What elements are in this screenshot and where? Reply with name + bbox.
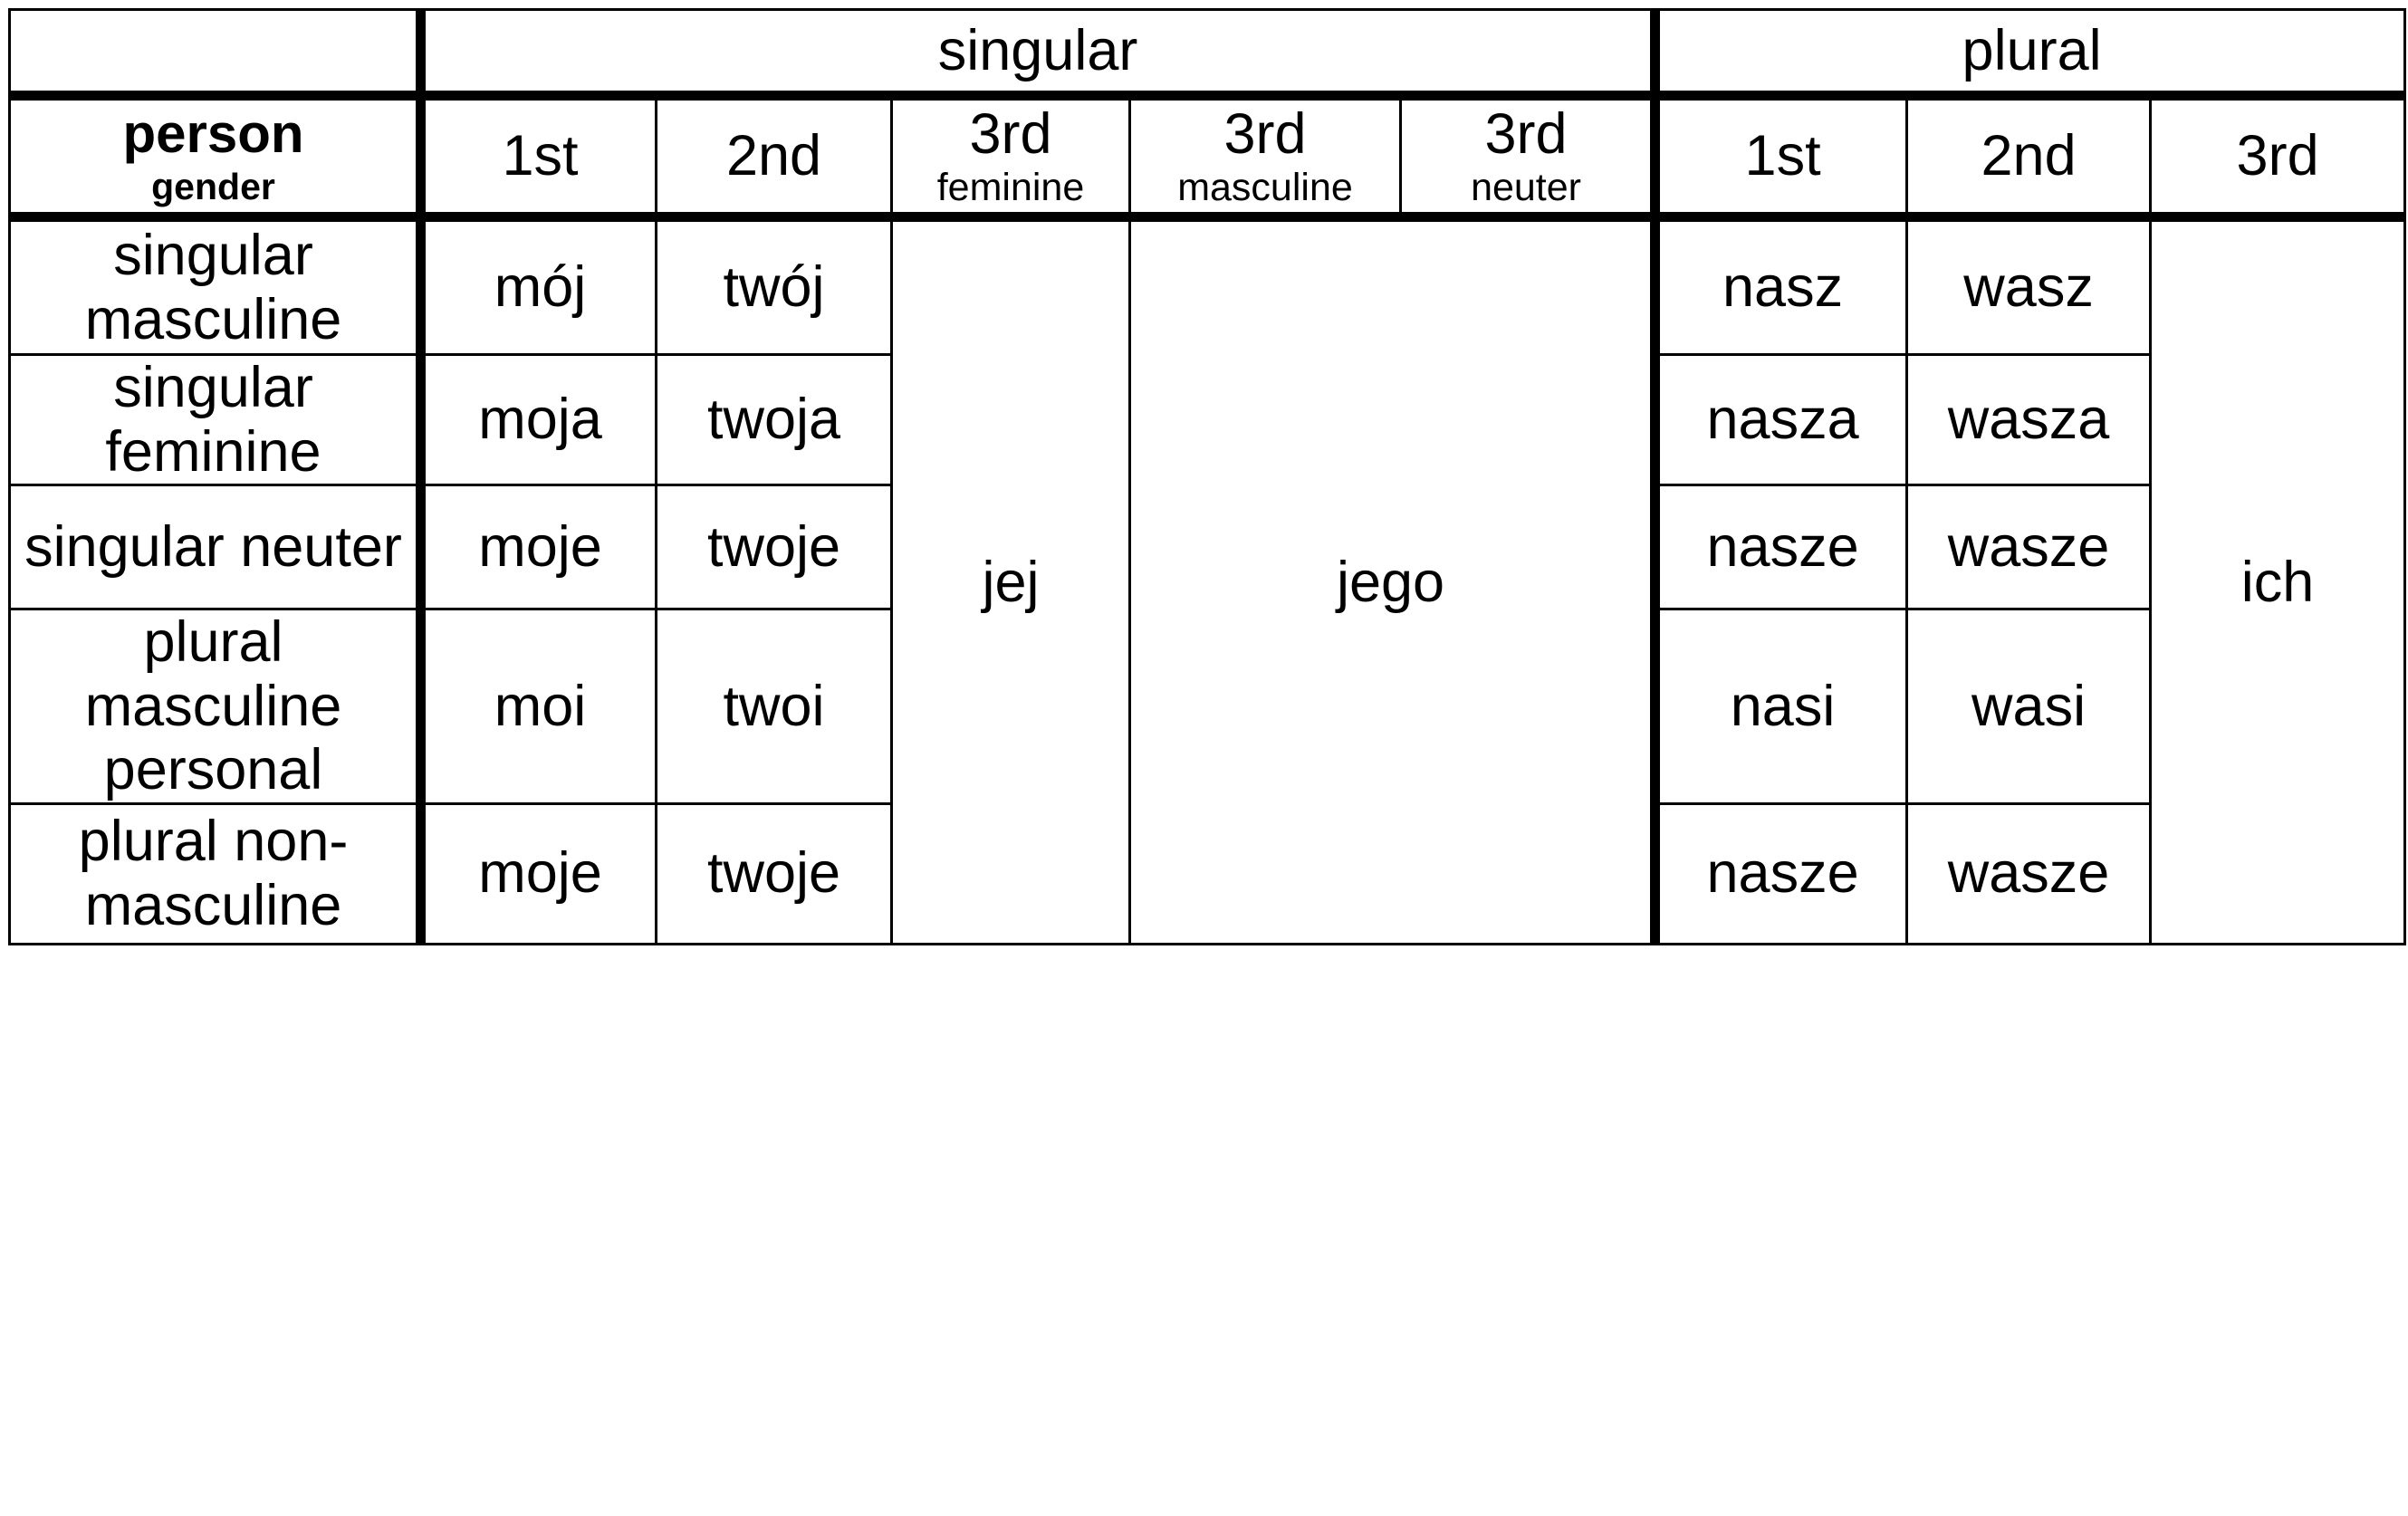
- cell-pl1st-plural-non-masculine: nasze: [1654, 801, 1909, 945]
- cell-pl3rd-ich: ich: [2149, 216, 2407, 945]
- row-label-plural-non-masculine: plural non-masculine: [8, 801, 426, 945]
- column-header-pl-3rd: 3rd: [2149, 94, 2407, 222]
- table-row-number-groups: singular plural: [8, 8, 2407, 101]
- cell-pl2nd-singular-neuter: wasze: [1905, 484, 2153, 611]
- column-header-sg-3rd-feminine-sub: feminine: [936, 166, 1085, 210]
- cell-sg1st-singular-feminine: moja: [419, 352, 657, 487]
- gender-label: gender: [151, 165, 275, 207]
- table-row: singular masculine mój twój jej jego nas…: [8, 216, 2407, 945]
- cell-pl2nd-singular-feminine: wasza: [1905, 352, 2153, 487]
- cell-sg1st-singular-masculine: mój: [419, 216, 657, 356]
- column-header-pl-1st-main: 1st: [1744, 124, 1821, 188]
- row-label-singular-masculine: singular masculine: [8, 216, 426, 356]
- row-label-singular-feminine: singular feminine: [8, 352, 426, 487]
- column-header-pl-2nd-main: 2nd: [1981, 124, 2077, 188]
- cell-sg2nd-singular-feminine: twoja: [655, 352, 893, 487]
- column-header-sg-1st-main: 1st: [502, 124, 579, 188]
- column-header-pl-2nd: 2nd: [1905, 94, 2153, 222]
- column-header-sg-3rd-feminine: 3rd feminine: [890, 94, 1131, 222]
- column-header-sg-3rd-feminine-main: 3rd: [969, 101, 1052, 166]
- column-header-sg-3rd-neuter: 3rd neuter: [1398, 94, 1661, 222]
- cell-sg1st-plural-masculine-personal: moi: [419, 608, 657, 805]
- cell-pl2nd-plural-non-masculine: wasze: [1905, 801, 2153, 945]
- column-header-sg-3rd-neuter-main: 3rd: [1484, 101, 1568, 166]
- column-header-sg-3rd-masculine-sub: masculine: [1177, 166, 1353, 210]
- column-header-sg-2nd-main: 2nd: [725, 124, 822, 188]
- group-header-plural: plural: [1654, 8, 2407, 101]
- table-row-person-headers: person gender 1st 2nd 3rd feminine 3rd m…: [8, 94, 2407, 222]
- possessive-pronoun-table-sheet: singular plural person gender 1st 2nd 3r…: [0, 8, 2408, 1516]
- group-header-singular: singular: [418, 8, 1661, 101]
- person-label: person: [122, 103, 304, 165]
- cell-sg2nd-plural-masculine-personal: twoi: [655, 608, 893, 805]
- cell-pl1st-singular-neuter: nasze: [1654, 484, 1909, 611]
- cell-sg3rd-feminine-jej: jej: [890, 216, 1131, 945]
- column-header-sg-1st: 1st: [419, 94, 657, 222]
- column-header-sg-2nd: 2nd: [655, 94, 893, 222]
- cell-sg2nd-plural-non-masculine: twoje: [655, 801, 893, 945]
- cell-sg1st-plural-non-masculine: moje: [419, 801, 657, 945]
- cell-sg2nd-singular-masculine: twój: [655, 216, 893, 356]
- column-header-sg-3rd-neuter-sub: neuter: [1471, 166, 1581, 210]
- column-header-sg-3rd-masculine: 3rd masculine: [1128, 94, 1402, 222]
- cell-pl2nd-singular-masculine: wasz: [1905, 216, 2153, 356]
- column-header-pl-1st: 1st: [1654, 94, 1909, 222]
- cell-pl2nd-plural-masculine-personal: wasi: [1905, 608, 2153, 805]
- person-gender-corner: person gender: [8, 94, 426, 222]
- column-header-sg-3rd-masculine-main: 3rd: [1223, 101, 1307, 166]
- cell-pl1st-plural-masculine-personal: nasi: [1654, 608, 1909, 805]
- cell-sg2nd-singular-neuter: twoje: [655, 484, 893, 611]
- cell-pl1st-singular-masculine: nasz: [1654, 216, 1909, 356]
- cell-pl1st-singular-feminine: nasza: [1654, 352, 1909, 487]
- column-header-pl-3rd-main: 3rd: [2236, 124, 2319, 188]
- row-label-plural-masculine-personal: plural masculine personal: [8, 608, 426, 805]
- row-label-singular-neuter: singular neuter: [8, 484, 426, 611]
- cell-sg3rd-masculine-neuter-jego: jego: [1127, 216, 1661, 945]
- polish-possessive-pronoun-table: singular plural person gender 1st 2nd 3r…: [8, 8, 2407, 945]
- cell-sg1st-singular-neuter: moje: [419, 484, 657, 611]
- corner-blank-cell: [8, 8, 426, 101]
